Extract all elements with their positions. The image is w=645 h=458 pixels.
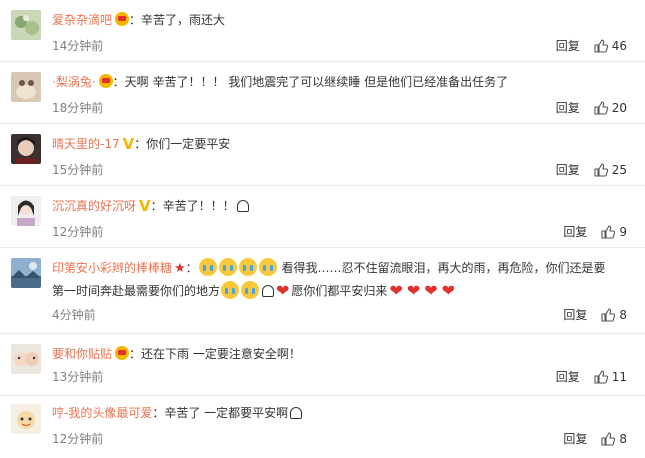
- username[interactable]: 爱杂杂滴吧: [52, 13, 112, 27]
- avatar[interactable]: [11, 72, 41, 102]
- crying-face-emoji-icon: [238, 258, 257, 276]
- like-button[interactable]: 46: [594, 39, 627, 53]
- reply-button[interactable]: 回复: [556, 161, 580, 178]
- avatar[interactable]: [11, 258, 41, 288]
- star-badge-icon[interactable]: ★: [174, 258, 186, 280]
- thumbs-up-icon: [594, 162, 608, 177]
- thumbs-up-icon: [601, 307, 616, 322]
- username[interactable]: ·梨涡兔·: [52, 75, 96, 89]
- like-count: 11: [611, 369, 627, 384]
- avatar[interactable]: [11, 10, 41, 40]
- crying-face-emoji-icon: [221, 281, 240, 299]
- like-button[interactable]: 9: [601, 225, 627, 239]
- like-button[interactable]: 8: [601, 308, 627, 322]
- comment-text: 还在下雨 一定要注意安全啊！: [141, 347, 301, 361]
- username[interactable]: 要和你贴贴: [52, 347, 112, 361]
- comment-item: 晴天里的-17 V：你们一定要平安 15分钟前 回复 25: [0, 124, 645, 186]
- heart-emoji-icon: ❤: [441, 281, 456, 300]
- reply-button[interactable]: 回复: [556, 37, 580, 54]
- crown-badge-icon[interactable]: [115, 12, 130, 26]
- username[interactable]: 印第安小彩辫的棒棒糖: [52, 261, 172, 275]
- comment-text: 看得我……忍不住留流眼泪，再大的雨，再危险，你们还是要: [281, 261, 606, 275]
- crying-face-emoji-icon: [198, 258, 217, 276]
- comment-text: 辛苦了，雨还大: [141, 13, 226, 27]
- like-count: 8: [619, 307, 627, 322]
- crying-face-emoji-icon: [241, 281, 260, 299]
- thumbs-up-icon: [594, 100, 608, 115]
- like-button[interactable]: 25: [594, 163, 627, 177]
- reply-button[interactable]: 回复: [556, 99, 580, 116]
- comment-text: 辛苦了！！！: [162, 199, 235, 213]
- thumbs-up-icon: [601, 431, 616, 446]
- crown-badge-icon[interactable]: [98, 74, 113, 88]
- avatar[interactable]: [11, 404, 41, 434]
- thumbs-up-icon: [594, 369, 608, 384]
- crying-face-emoji-icon: [258, 258, 277, 276]
- comment-item: 哼-我的头像最可爱：辛苦了 一定都要平安啊 12分钟前 回复 8: [0, 396, 645, 458]
- comment-text: 愿你们都平安归来: [291, 284, 388, 298]
- comment-list: 爱杂杂滴吧 ：辛苦了，雨还大 14分钟前 回复 46 ·梨涡兔· ：天啊 辛苦了！！…: [0, 0, 645, 458]
- comment-item: ·梨涡兔· ：天啊 辛苦了！！！ 我们地震完了可以继续睡 但是他们已经准备出任务了…: [0, 62, 645, 124]
- thumbs-up-icon: [594, 38, 608, 53]
- avatar[interactable]: [11, 196, 41, 226]
- timestamp: 12分钟前: [52, 432, 104, 446]
- like-count: 46: [611, 38, 627, 53]
- comment-text: 你们一定要平安: [146, 137, 231, 151]
- heart-emoji-icon: ❤: [276, 281, 290, 300]
- ghost-emoji-icon: [262, 285, 275, 297]
- username[interactable]: 晴天里的-17: [52, 137, 120, 151]
- comment-item: 爱杂杂滴吧 ：辛苦了，雨还大 14分钟前 回复 46: [0, 0, 645, 62]
- reply-button[interactable]: 回复: [563, 223, 587, 240]
- comment-text: 第一时间奔赴最需要你们的地方: [52, 284, 221, 298]
- like-count: 25: [611, 162, 627, 177]
- reply-button[interactable]: 回复: [556, 368, 580, 385]
- comment-text: 天啊 辛苦了！！！ 我们地震完了可以继续睡 但是他们已经准备出任务了: [124, 75, 509, 89]
- avatar[interactable]: [11, 344, 41, 374]
- like-button[interactable]: 20: [594, 101, 627, 115]
- timestamp: 4分钟前: [52, 308, 96, 322]
- timestamp: 18分钟前: [52, 101, 104, 115]
- timestamp: 15分钟前: [52, 163, 104, 177]
- comment-item: 印第安小彩辫的棒棒糖 ★： 看得我……忍不住留流眼泪，再大的雨，再危险，你们还是要…: [0, 248, 645, 334]
- timestamp: 13分钟前: [52, 370, 104, 384]
- crying-face-emoji-icon: [218, 258, 237, 276]
- comment-item: 要和你贴贴 ：还在下雨 一定要注意安全啊！ 13分钟前 回复 11: [0, 334, 645, 396]
- like-count: 8: [619, 431, 627, 446]
- reply-button[interactable]: 回复: [563, 306, 587, 323]
- avatar[interactable]: [11, 134, 41, 164]
- ghost-emoji-icon: [290, 407, 303, 419]
- username[interactable]: 沉沉真的好沉呀: [52, 199, 136, 213]
- heart-emoji-icon: ❤: [406, 281, 421, 300]
- crown-badge-icon[interactable]: [115, 346, 130, 360]
- username[interactable]: 哼-我的头像最可爱: [52, 406, 152, 420]
- comment-text: 辛苦了 一定都要平安啊: [164, 406, 289, 420]
- thumbs-up-icon: [601, 224, 616, 239]
- like-count: 20: [611, 100, 627, 115]
- timestamp: 14分钟前: [52, 39, 104, 53]
- like-count: 9: [619, 224, 627, 239]
- reply-button[interactable]: 回复: [563, 430, 587, 447]
- timestamp: 12分钟前: [52, 225, 104, 239]
- v-badge-icon[interactable]: V: [139, 195, 151, 217]
- comment-item: 沉沉真的好沉呀 V：辛苦了！！！ 12分钟前 回复 9: [0, 186, 645, 248]
- v-badge-icon[interactable]: V: [123, 133, 135, 155]
- heart-emoji-icon: ❤: [424, 281, 438, 300]
- ghost-emoji-icon: [236, 200, 249, 212]
- heart-emoji-icon: ❤: [389, 281, 403, 300]
- like-button[interactable]: 11: [594, 370, 627, 384]
- like-button[interactable]: 8: [601, 432, 627, 446]
